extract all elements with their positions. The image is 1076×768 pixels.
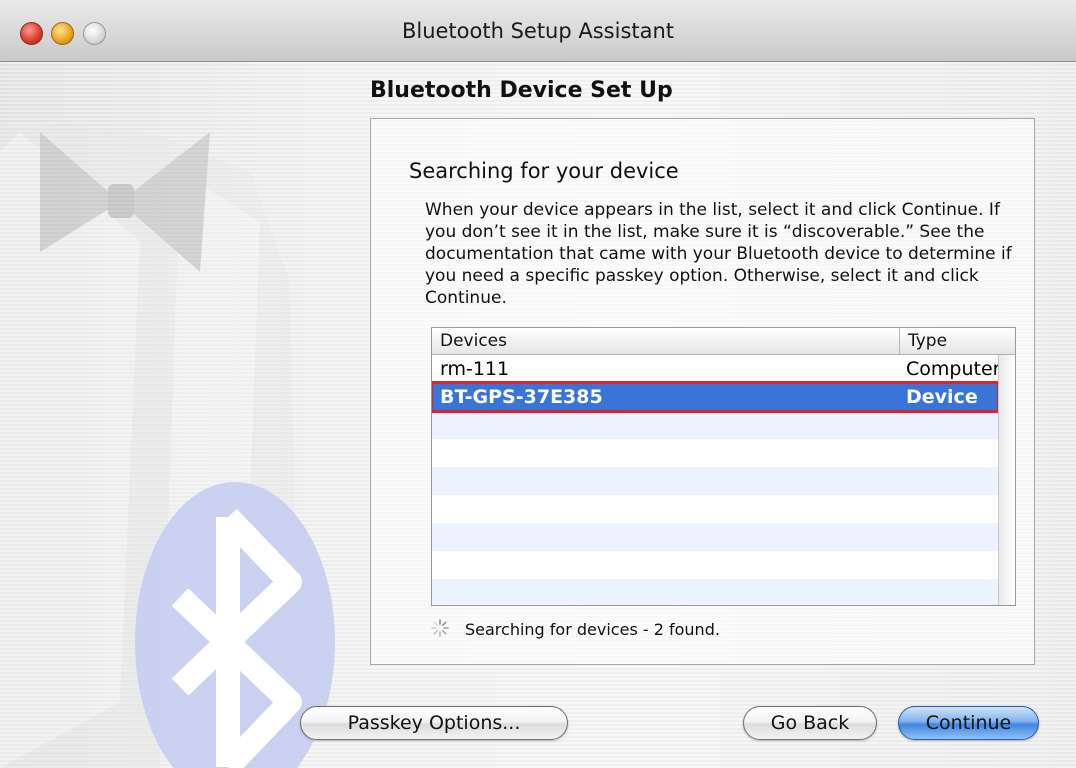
- table-rows: rm-111 Computer BT-GPS-37E385 Device: [432, 355, 1001, 605]
- section-title: Bluetooth Device Set Up: [370, 78, 673, 103]
- search-status: Searching for devices - 2 found.: [465, 620, 720, 639]
- table-row[interactable]: rm-111 Computer: [432, 355, 1001, 383]
- panel-heading: Searching for your device: [409, 159, 679, 183]
- spinner-icon: [431, 619, 449, 637]
- device-name-cell: rm-111: [440, 358, 510, 380]
- title-bar[interactable]: Bluetooth Setup Assistant: [0, 0, 1076, 62]
- content-panel: Searching for your device When your devi…: [370, 118, 1035, 665]
- panel-description: When your device appears in the list, se…: [425, 200, 1012, 308]
- table-row-selected[interactable]: BT-GPS-37E385 Device: [432, 381, 1000, 413]
- assistant-content: Bluetooth Device Set Up Searching for yo…: [0, 62, 1076, 768]
- column-header-devices[interactable]: Devices: [432, 328, 900, 355]
- vertical-scrollbar[interactable]: [998, 355, 1015, 605]
- go-back-button[interactable]: Go Back: [743, 706, 877, 740]
- bluetooth-setup-window: Bluetooth Setup Assistant Bluetooth Devi…: [0, 0, 1076, 768]
- device-name-cell: BT-GPS-37E385: [440, 386, 603, 408]
- empty-row: [432, 523, 998, 551]
- window-title: Bluetooth Setup Assistant: [401, 19, 675, 43]
- bow-tie-knot: [108, 184, 134, 218]
- continue-button[interactable]: Continue: [898, 706, 1039, 740]
- tuxedo-bluetooth-illustration: [0, 122, 335, 768]
- column-header-type[interactable]: Type: [900, 328, 1015, 355]
- empty-row: [432, 579, 998, 605]
- devices-table[interactable]: Devices Type rm-111 Computer BT-GPS-37E3…: [431, 327, 1016, 606]
- empty-row: [432, 411, 998, 439]
- device-type-cell: Device: [906, 386, 978, 408]
- empty-row: [432, 467, 998, 495]
- table-header: Devices Type: [432, 328, 1015, 355]
- device-type-cell: Computer: [906, 358, 1001, 380]
- passkey-options-button[interactable]: Passkey Options...: [300, 706, 568, 740]
